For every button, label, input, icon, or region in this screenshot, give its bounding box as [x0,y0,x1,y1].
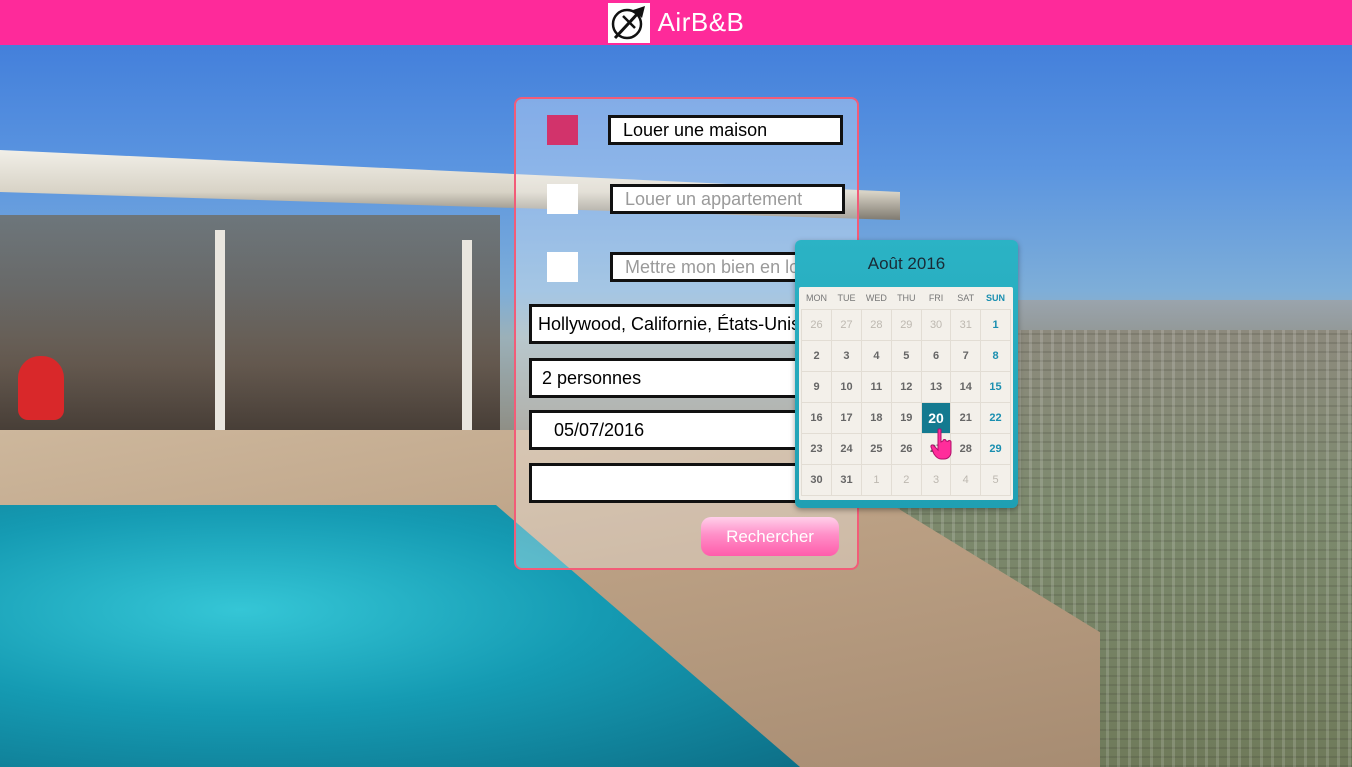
airplane-globe-icon [611,5,645,39]
calendar-day[interactable]: 14 [950,371,982,403]
calendar-day[interactable]: 4 [950,464,982,496]
weekday-header: FRI [928,293,944,303]
option-checkbox-appartement[interactable] [547,184,578,214]
calendar-day[interactable]: 26 [890,433,922,465]
calendar-day[interactable]: 29 [890,309,922,341]
calendar-day[interactable]: 16 [800,402,833,434]
calendar-day[interactable]: 1 [980,309,1011,341]
calendar-day[interactable]: 29 [980,433,1011,465]
calendar-day[interactable]: 28 [950,433,982,465]
calendar-day[interactable]: 12 [890,371,922,403]
background-post [215,230,225,430]
calendar-day[interactable]: 7 [950,340,982,372]
weekday-header: WED [865,293,887,303]
calendar-day[interactable]: 8 [980,340,1011,372]
calendar-grid: MON TUE WED THU FRI SAT SUN 26 27 28 29 30 31 1 2 3 4 5 6… [799,287,1013,500]
search-button[interactable]: Rechercher [701,517,839,556]
calendar-day[interactable]: 23 [800,433,833,465]
calendar-day[interactable]: 25 [860,433,892,465]
calendar-week: 30 31 1 2 3 4 5 [800,464,1011,496]
calendar-day[interactable]: 19 [890,402,922,434]
calendar-day[interactable]: 5 [890,340,922,372]
location-input[interactable]: Hollywood, Californie, États-Unis [529,304,829,344]
calendar-day[interactable]: 15 [980,371,1011,403]
calendar-day[interactable]: 17 [831,402,862,434]
calendar-day[interactable]: 5 [980,464,1011,496]
option-checkbox-maison[interactable] [547,115,578,145]
weekday-header: TUE [837,293,856,303]
date-input[interactable]: 05/07/2016 [529,410,829,450]
calendar-week: 26 27 28 29 30 31 1 [800,309,1011,341]
calendar-day[interactable]: 3 [920,464,952,496]
logo[interactable] [607,2,650,43]
calendar-day[interactable]: 24 [831,433,862,465]
calendar-day[interactable]: 2 [800,340,833,372]
option-louer-appartement[interactable]: Louer un appartement [610,184,845,214]
background-interior [0,215,500,430]
calendar-day[interactable]: 11 [860,371,892,403]
top-header: AirB&B [0,0,1352,45]
weekday-header: SUN [986,293,1006,303]
calendar-day[interactable]: 31 [831,464,862,496]
calendar-day[interactable]: 2 [890,464,922,496]
option-checkbox-location[interactable] [547,252,578,282]
background-post [462,240,472,430]
calendar-week: 9 10 11 12 13 14 15 [800,371,1011,403]
background-chair [18,356,64,420]
weekday-header: MON [806,293,828,303]
calendar-week: 23242526272829 [800,433,1011,465]
brand-name: AirB&B [657,7,745,37]
calendar-day[interactable]: 6 [920,340,952,372]
calendar-week: 2345678 [800,340,1011,372]
calendar-day[interactable]: 22 [980,402,1011,434]
calendar-day[interactable]: 31 [950,309,982,341]
guests-input[interactable]: 2 personnes [529,358,829,398]
calendar-day[interactable]: 21 [950,402,982,434]
calendar-day[interactable]: 28 [860,309,892,341]
calendar-day[interactable]: 3 [831,340,862,372]
calendar-month-title: Août 2016 [867,254,946,273]
date-picker: Août 2016 MON TUE WED THU FRI SAT SUN 26 27 28 29… [795,240,1018,508]
calendar-week: 16 17 18 19 20 21 22 [800,402,1011,434]
calendar-day[interactable]: 4 [860,340,892,372]
calendar-day[interactable]: 26 [800,309,833,341]
calendar-day[interactable]: 13 [920,371,952,403]
calendar-day[interactable]: 27 [831,309,862,341]
calendar-day[interactable]: 30 [800,464,833,496]
weekday-header: SAT [957,293,975,303]
calendar-day[interactable]: 1 [860,464,892,496]
hand-pointer-icon [930,428,952,460]
calendar-day[interactable]: 9 [800,371,833,403]
weekday-header: THU [897,293,916,303]
calendar-day[interactable]: 10 [831,371,862,403]
calendar-day[interactable]: 18 [860,402,892,434]
option-louer-maison[interactable]: Louer une maison [608,115,843,145]
calendar-day[interactable]: 30 [920,309,952,341]
extra-input[interactable] [529,463,829,503]
